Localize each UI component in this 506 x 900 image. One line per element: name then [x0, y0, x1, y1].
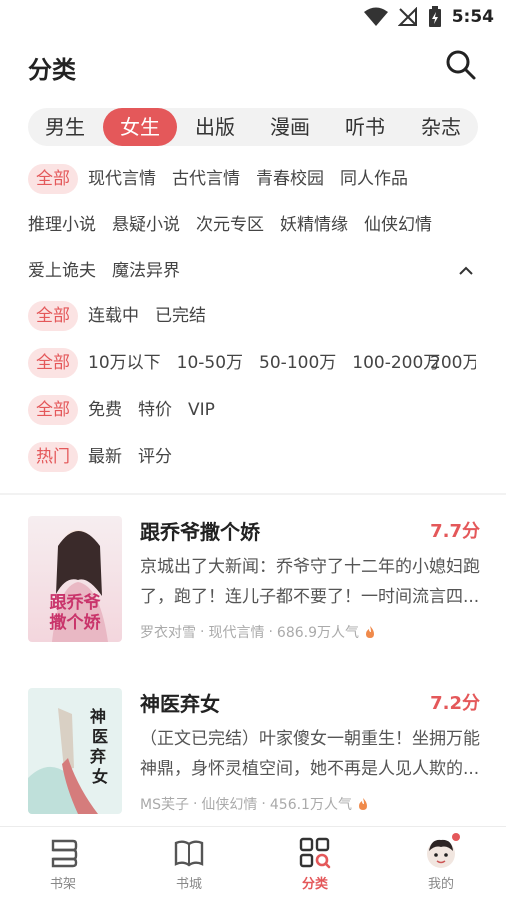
tab-magazines[interactable]: 杂志 [404, 108, 478, 146]
status-chip[interactable]: 连载中 [88, 301, 139, 331]
book-description: （正文已完结）叶家傻女一朝重生！坐拥万能神鼎，身怀灵植空间，她不再是人见人欺的.… [140, 729, 480, 779]
category-icon [299, 837, 331, 869]
sort-chip-hot[interactable]: 热门 [28, 442, 78, 472]
genre-chip[interactable]: 妖精情缘 [280, 210, 348, 240]
price-chip[interactable]: VIP [188, 395, 215, 425]
book-list-item[interactable]: 神 医 弃 女 神医弃女 7.2分 （正文已完结）叶家傻女一朝重生！坐拥万能神鼎… [28, 688, 480, 818]
svg-text:撒个娇: 撒个娇 [50, 612, 102, 633]
svg-text:女: 女 [92, 767, 108, 786]
price-chip-all[interactable]: 全部 [28, 395, 78, 425]
words-chip[interactable]: 10-50万 [177, 348, 243, 378]
svg-text:弃: 弃 [90, 747, 106, 766]
tab-audiobooks[interactable]: 听书 [328, 108, 402, 146]
tab-female[interactable]: 女生 [103, 108, 177, 146]
collapse-filters-button[interactable] [455, 260, 477, 282]
channel-tabs: 男生 女生 出版 漫画 听书 杂志 [28, 108, 478, 146]
book-title: 神医弃女 [140, 692, 220, 716]
avatar-icon [427, 839, 455, 868]
wifi-icon [363, 7, 388, 26]
words-chip-all[interactable]: 全部 [28, 348, 78, 378]
words-chip-clip: 200万 [430, 348, 476, 378]
nav-category[interactable]: 分类 [252, 827, 378, 900]
nav-label: 我的 [427, 877, 454, 892]
notification-badge [452, 833, 460, 841]
sort-chip[interactable]: 评分 [138, 442, 172, 472]
nav-label: 书城 [175, 877, 202, 892]
genre-chip[interactable]: 仙侠幻情 [364, 210, 432, 240]
price-chip[interactable]: 特价 [138, 395, 172, 425]
fire-icon [358, 798, 367, 810]
book-category: 现代言情 [208, 625, 265, 641]
genre-chip[interactable]: 推理小说 [28, 210, 96, 240]
genre-chip[interactable]: 古代言情 [172, 164, 240, 194]
chevron-up-icon [459, 266, 473, 275]
genre-chip[interactable]: 次元专区 [196, 210, 264, 240]
word-count-filter-row: 全部 10万以下 10-50万 50-100万 100-200万 [28, 348, 456, 378]
status-bar: 5:54 [0, 0, 506, 34]
genre-chip[interactable]: 魔法异界 [112, 256, 180, 286]
sort-filter-row: 热门 最新 评分 [28, 442, 188, 472]
book-title: 跟乔爷撒个娇 [140, 520, 260, 544]
book-meta: MS芙子 · 仙侠幻情 · 456.1万人气 [140, 794, 370, 814]
book-list-item[interactable]: 跟乔爷 撒个娇 跟乔爷撒个娇 7.7分 京城出了大新闻：乔爷守了十二年的小媳妇跑… [28, 516, 480, 646]
book-cover: 神 医 弃 女 [28, 688, 122, 814]
svg-text:神: 神 [90, 707, 106, 726]
book-meta: 罗衣对雪 · 现代言情 · 686.9万人气 [140, 622, 377, 642]
genre-filter-row-2: 推理小说 悬疑小说 次元专区 妖精情缘 仙侠幻情 [28, 210, 448, 240]
svg-text:医: 医 [92, 727, 108, 746]
no-signal-icon [397, 7, 417, 26]
divider [0, 493, 506, 495]
page-title: 分类 [28, 56, 76, 84]
status-filter-row: 全部 连载中 已完结 [28, 301, 222, 331]
genre-filter-row-1: 全部 现代言情 古代言情 青春校园 同人作品 [28, 164, 424, 194]
cover-title: 跟乔爷 [50, 592, 102, 613]
genre-chip[interactable]: 青春校园 [256, 164, 324, 194]
bottom-nav: 书架 书城 分类 我的 [0, 826, 506, 900]
genre-chip[interactable]: 同人作品 [340, 164, 408, 194]
genre-chip[interactable]: 现代言情 [88, 164, 156, 194]
fire-icon [366, 626, 374, 638]
nav-label: 书架 [49, 877, 76, 892]
clock: 5:54 [451, 7, 494, 27]
bookshelf-icon [51, 839, 78, 868]
tab-comics[interactable]: 漫画 [253, 108, 327, 146]
nav-bookshelf[interactable]: 书架 [0, 827, 126, 900]
price-filter-row: 全部 免费 特价 VIP [28, 395, 231, 425]
book-score: 7.7分 [430, 521, 480, 542]
book-author: 罗衣对雪 [140, 625, 196, 641]
tab-male[interactable]: 男生 [28, 108, 102, 146]
words-chip[interactable]: 200万 [430, 348, 476, 378]
book-cover: 跟乔爷 撒个娇 [28, 516, 122, 642]
words-chip[interactable]: 10万以下 [88, 348, 161, 378]
status-chip-all[interactable]: 全部 [28, 301, 78, 331]
status-chip[interactable]: 已完结 [155, 301, 206, 331]
genre-chip[interactable]: 悬疑小说 [112, 210, 180, 240]
book-author: MS芙子 [140, 797, 189, 813]
book-score: 7.2分 [430, 693, 480, 714]
book-description: 京城出了大新闻：乔爷守了十二年的小媳妇跑了，跑了！连儿子都不要了！一时间流言四.… [140, 557, 480, 607]
book-category: 仙侠幻情 [201, 797, 258, 813]
price-chip[interactable]: 免费 [88, 395, 122, 425]
search-icon [446, 50, 476, 80]
genre-chip[interactable]: 爱上诡夫 [28, 256, 96, 286]
genre-chip-all[interactable]: 全部 [28, 164, 78, 194]
words-chip[interactable]: 50-100万 [259, 348, 336, 378]
book-popularity: 686.9万人气 [276, 625, 359, 641]
genre-filter-row-3: 爱上诡夫 魔法异界 [28, 256, 196, 286]
tab-publish[interactable]: 出版 [178, 108, 252, 146]
header: 分类 [0, 44, 506, 90]
nav-label: 分类 [301, 877, 328, 892]
sort-chip[interactable]: 最新 [88, 442, 122, 472]
book-icon [174, 840, 204, 867]
book-popularity: 456.1万人气 [269, 797, 352, 813]
words-chip[interactable]: 100-200万 [352, 348, 440, 378]
search-button[interactable] [444, 48, 478, 82]
nav-bookstore[interactable]: 书城 [126, 827, 252, 900]
battery-icon [428, 6, 441, 27]
nav-profile[interactable]: 我的 [378, 827, 504, 900]
